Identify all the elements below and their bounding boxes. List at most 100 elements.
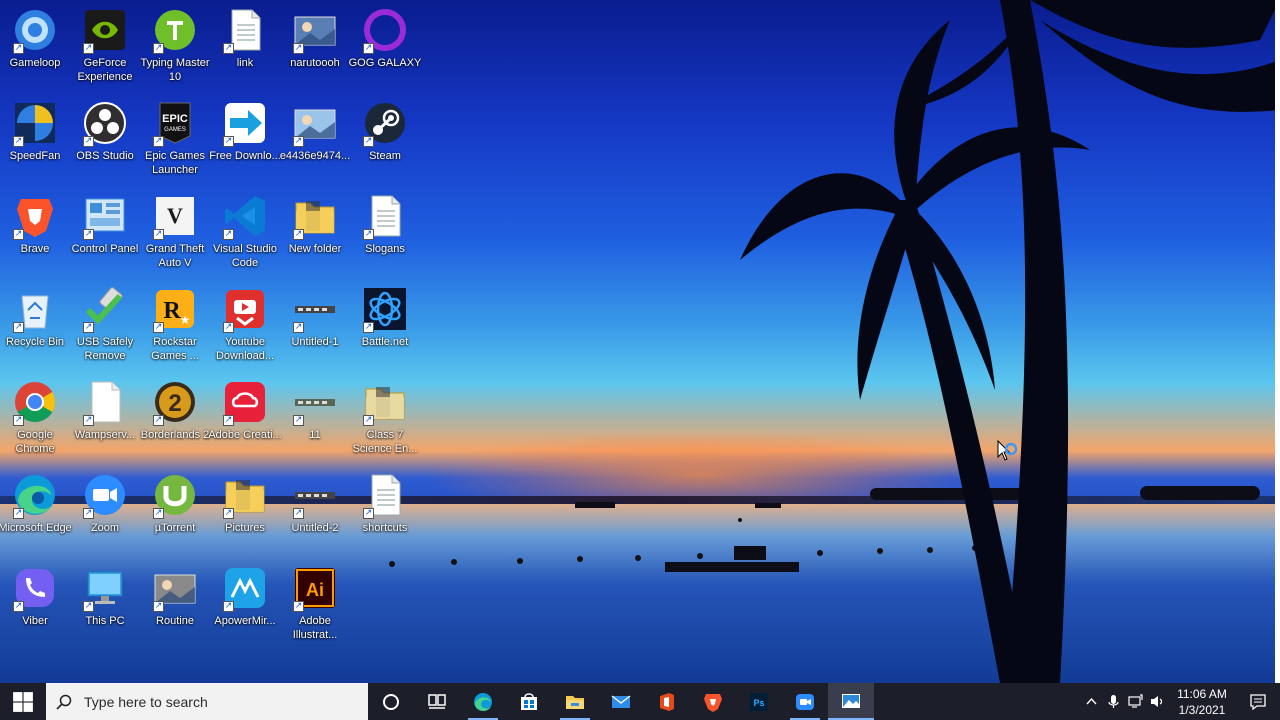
desktop-icon[interactable]: ↗ Microsoft Edge (0, 465, 72, 553)
image-strip-icon: ↗ (291, 285, 339, 333)
desktop-icon-label: Adobe Illustrat... (292, 615, 338, 641)
edge-icon (472, 691, 494, 713)
desktop-icon-label: link (236, 57, 254, 69)
shortcut-arrow-icon: ↗ (293, 415, 304, 426)
clock-time: 11:06 AM (1177, 686, 1227, 701)
desktop-icon-label: Routine (156, 615, 194, 627)
taskbar-button-brave[interactable] (690, 683, 736, 720)
taskbar-button-photos[interactable] (828, 683, 874, 720)
taskbar-clock[interactable]: 11:06 AM 1/3/2021 (1172, 686, 1232, 718)
shortcut-arrow-icon: ↗ (13, 415, 24, 426)
show-hidden-icons-button[interactable] (1080, 683, 1102, 720)
desktop-icon[interactable]: ↗ shortcuts (350, 465, 420, 553)
desktop-icon[interactable]: ↗ Free Downlo... (209, 93, 281, 181)
store-icon (518, 691, 540, 713)
desktop-wallpaper[interactable]: ↗ Gameloop ↗ GeForce Experience ↗ Typing Mast… (0, 0, 1280, 683)
desktop-icon[interactable]: ↗ Gameloop (0, 0, 70, 88)
desktop-icon[interactable]: ↗ Google Chrome (0, 372, 70, 460)
control-panel-icon: ↗ (81, 192, 129, 240)
shortcut-arrow-icon: ↗ (153, 229, 164, 240)
desktop-icon-label: Class 7 Science En... (352, 429, 418, 455)
shortcut-arrow-icon: ↗ (13, 136, 24, 147)
desktop-icon[interactable]: ↗ Brave (0, 186, 70, 274)
taskbar-button-task-view[interactable] (414, 683, 460, 720)
gog-galaxy-icon: ↗ (361, 6, 409, 54)
desktop-icon[interactable]: ↗ µTorrent (140, 465, 210, 553)
desktop-icon[interactable]: ↗ Wampserv... (70, 372, 140, 460)
desktop-icon[interactable]: ↗ Battle.net (350, 279, 420, 367)
desktop-icon[interactable]: ↗ SpeedFan (0, 93, 70, 181)
desktop-icon[interactable]: Ai ↗ Adobe Illustrat... (280, 558, 350, 646)
image-file-icon: ↗ (291, 99, 339, 147)
file-explorer-icon (564, 691, 586, 713)
taskbar-button-office[interactable] (644, 683, 690, 720)
utorrent-icon: ↗ (151, 471, 199, 519)
system-tray: 11:06 AM 1/3/2021 (1080, 683, 1280, 720)
desktop-icon[interactable]: ↗ Zoom (70, 465, 140, 553)
desktop-icon[interactable]: ↗ GOG GALAXY (349, 0, 421, 88)
rockstar-icon: R ★ ↗ (151, 285, 199, 333)
desktop-icon[interactable]: V ↗ Grand Theft Auto V (140, 186, 210, 274)
desktop-icon[interactable]: ↗ New folder (280, 186, 350, 274)
desktop-icon[interactable]: ↗ Youtube Download... (210, 279, 280, 367)
mouse-cursor-icon (997, 440, 1018, 461)
start-button[interactable] (0, 683, 46, 720)
desktop-icon[interactable]: ↗ Untitled-1 (280, 279, 350, 367)
document-icon: ↗ (221, 6, 269, 54)
image-file-icon: ↗ (291, 6, 339, 54)
desktop-icon[interactable]: 2 ↗ Borderlands 2 (140, 372, 210, 460)
desktop-icon[interactable]: ↗ Routine (140, 558, 210, 646)
zoom-icon (794, 691, 816, 713)
image-strip-icon: ↗ (291, 378, 339, 426)
desktop-icon[interactable]: ↗ Slogans (350, 186, 420, 274)
taskbar-button-photoshop[interactable]: Ps (736, 683, 782, 720)
desktop-icon[interactable]: ↗ USB Safely Remove (70, 279, 140, 367)
desktop-icon[interactable]: ↗ Steam (350, 93, 420, 181)
desktop-icon[interactable]: ↗ Visual Studio Code (210, 186, 280, 274)
taskbar: Type here to search Ps 11:06 AM 1/3/2021 (0, 683, 1280, 720)
shortcut-arrow-icon: ↗ (13, 43, 24, 54)
desktop-icon[interactable]: ↗ Class 7 Science En... (350, 372, 420, 460)
desktop-icon[interactable]: ↗ OBS Studio (70, 93, 140, 181)
action-center-button[interactable] (1236, 683, 1280, 720)
desktop-icon[interactable]: ↗ Control Panel (70, 186, 140, 274)
desktop-icon[interactable]: ↗ 11 (280, 372, 350, 460)
clock-date: 1/3/2021 (1178, 702, 1226, 717)
taskbar-button-zoom[interactable] (782, 683, 828, 720)
desktop-icon[interactable]: ↗ link (210, 0, 280, 88)
shortcut-arrow-icon: ↗ (223, 43, 234, 54)
microphone-tray-button[interactable] (1102, 683, 1124, 720)
taskbar-button-mail[interactable] (598, 683, 644, 720)
taskbar-button-edge[interactable] (460, 683, 506, 720)
desktop-icon-label: OBS Studio (76, 150, 134, 162)
desktop-icon-label: Slogans (365, 243, 405, 255)
taskbar-button-file-explorer[interactable] (552, 683, 598, 720)
desktop-icon[interactable]: ↗ Adobe Creati... (208, 372, 282, 460)
desktop-icon[interactable]: ↗ narutoooh (280, 0, 350, 88)
desktop-icon[interactable]: ↗ GeForce Experience (70, 0, 140, 88)
desktop-icon-label: e4436e9474... (279, 150, 351, 162)
blank-file-icon: ↗ (81, 378, 129, 426)
taskbar-search-box[interactable]: Type here to search (46, 683, 368, 720)
desktop-icon[interactable]: ↗ Viber (0, 558, 70, 646)
steam-icon: ↗ (361, 99, 409, 147)
network-tray-button[interactable] (1124, 683, 1146, 720)
taskbar-button-cortana[interactable] (368, 683, 414, 720)
typing-master-icon: ↗ (151, 6, 199, 54)
taskbar-button-store[interactable] (506, 683, 552, 720)
desktop-icon[interactable]: ↗ This PC (70, 558, 140, 646)
shortcut-arrow-icon: ↗ (83, 508, 94, 519)
desktop-icon[interactable]: EPIC GAMES ↗ Epic Games Launcher (140, 93, 210, 181)
illustrator-icon: Ai ↗ (291, 564, 339, 612)
desktop-icon[interactable]: ↗ e4436e9474... (280, 93, 350, 181)
gta-icon: V ↗ (151, 192, 199, 240)
volume-tray-button[interactable] (1146, 683, 1168, 720)
desktop-icon[interactable]: R ★ ↗ Rockstar Games ... (140, 279, 210, 367)
desktop-icon[interactable]: ↗ ApowerMir... (210, 558, 280, 646)
desktop-icon[interactable]: ↗ Untitled-2 (280, 465, 350, 553)
desktop-icon[interactable]: ↗ Typing Master 10 (140, 0, 210, 88)
adobe-cc-icon: ↗ (221, 378, 269, 426)
youtube-downloader-icon: ↗ (221, 285, 269, 333)
desktop-icon[interactable]: ↗ Recycle Bin (0, 279, 70, 367)
desktop-icon[interactable]: ↗ Pictures (210, 465, 280, 553)
